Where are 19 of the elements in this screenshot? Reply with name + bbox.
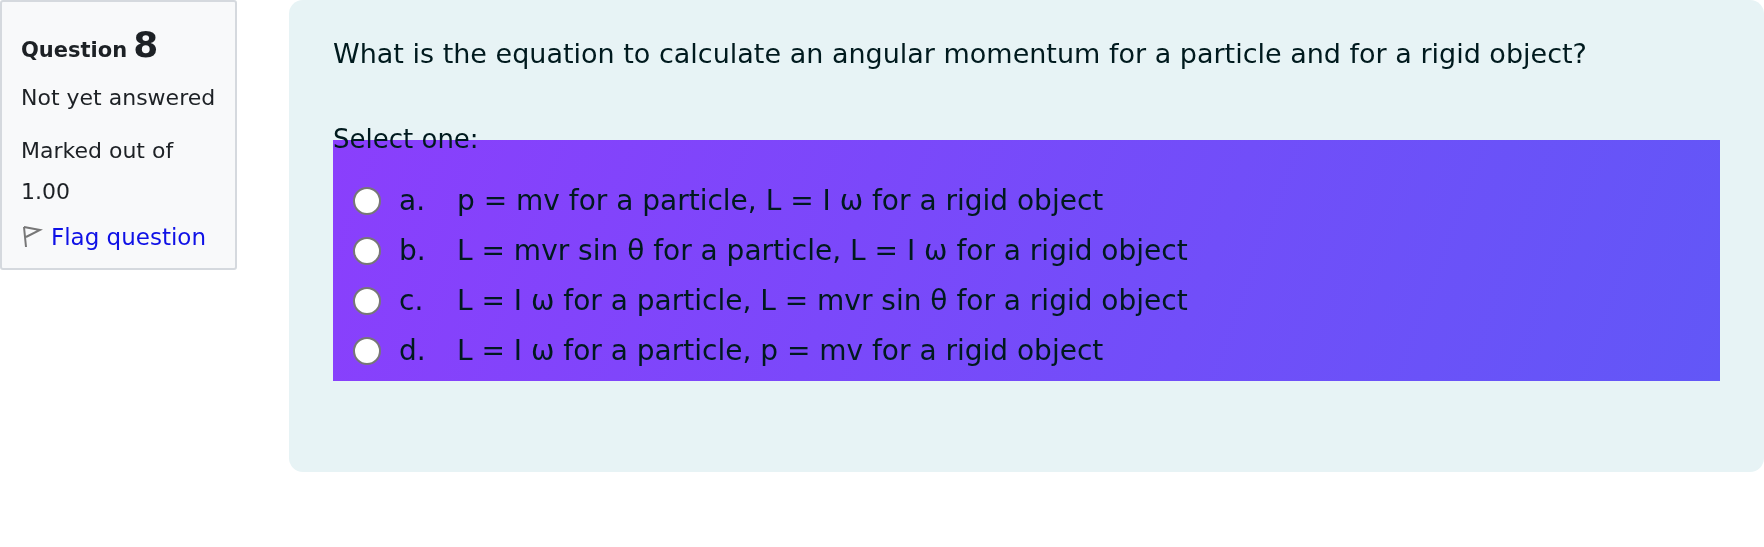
flag-icon [21, 225, 43, 249]
option-letter: c. [399, 284, 425, 317]
option-text[interactable]: p = mv for a particle, L = I ω for a rigid object [457, 184, 1104, 217]
option-letter: a. [399, 184, 427, 217]
question-number: Question 8 [21, 24, 160, 65]
flag-question-link[interactable]: Flag question [21, 224, 206, 250]
answer-status: Not yet answered [21, 84, 217, 112]
option-text[interactable]: L = mvr sin θ for a particle, L = I ω for a rigid object [457, 234, 1188, 267]
radio-button[interactable] [353, 286, 381, 315]
option-text[interactable]: L = I ω for a particle, p = mv for a rigid object [457, 334, 1104, 367]
option-letter: b. [399, 234, 427, 267]
question-text: What is the equation to calculate an angular momentum for a particle and for a rigid object? [333, 37, 1588, 71]
radio-button[interactable] [353, 236, 381, 265]
marks-info: Marked out of 1.00 [21, 137, 175, 206]
select-prompt: Select one: [333, 124, 479, 154]
option-letter: d. [399, 334, 427, 367]
radio-button[interactable] [353, 186, 381, 215]
radio-button[interactable] [353, 336, 381, 365]
option-text[interactable]: L = I ω for a particle, L = mvr sin θ for a rigid object [457, 284, 1188, 317]
